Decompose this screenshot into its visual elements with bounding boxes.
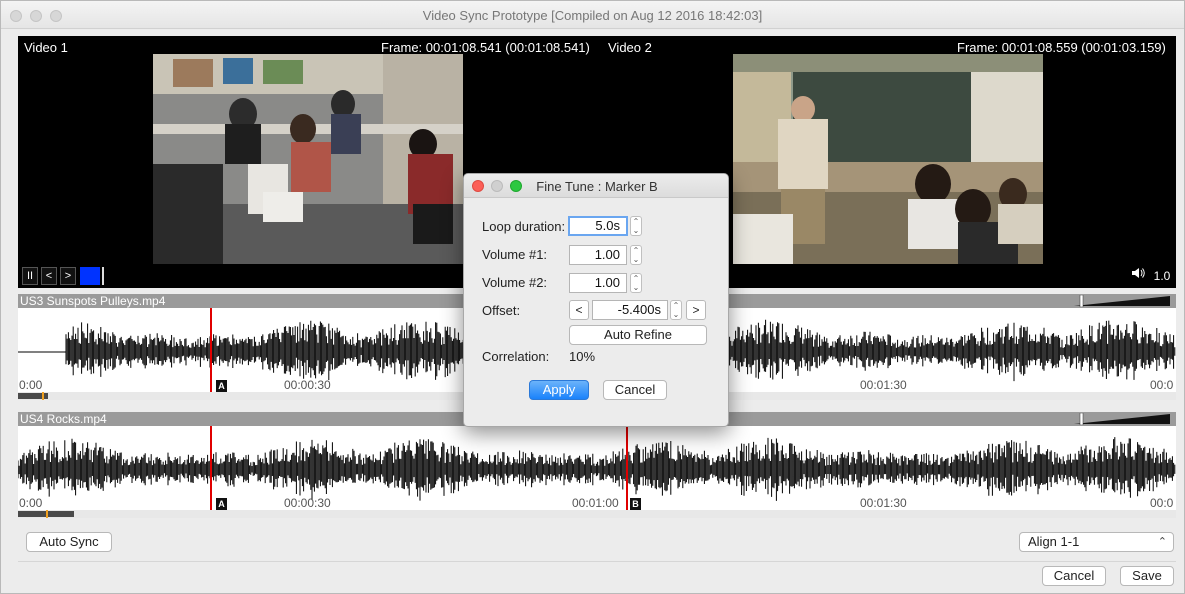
track1-time-label: 00:0 — [1150, 378, 1174, 392]
track1-position-mark — [42, 392, 44, 400]
track2-time-label: 0:00 — [19, 496, 43, 510]
prev-frame-button[interactable]: < — [41, 267, 57, 285]
offset-label: Offset: — [482, 303, 521, 318]
loop-duration-stepper[interactable]: ⌃ ⌄ — [630, 216, 642, 236]
track2-time-label: 00:0 — [1150, 496, 1174, 510]
waveform-path — [18, 437, 1176, 501]
align-select-value: Align 1-1 — [1028, 534, 1080, 549]
volume1-label: Volume #1: — [482, 247, 548, 262]
updown-chevron-icon: ⌃ — [1157, 536, 1167, 548]
volume1-stepper[interactable]: ⌃ ⌄ — [630, 245, 642, 265]
volume1-field[interactable]: 1.00 — [569, 245, 627, 265]
track1-time-label: 0:00 — [19, 378, 43, 392]
speaker-icon[interactable] — [1126, 267, 1150, 285]
title-bar: Video Sync Prototype [Compiled on Aug 12… — [1, 1, 1184, 29]
loop-duration-label: Loop duration: — [482, 219, 566, 234]
next-frame-button[interactable]: > — [60, 267, 76, 285]
apply-button[interactable]: Apply — [529, 380, 589, 400]
video1-frame — [153, 54, 463, 264]
align-select[interactable]: Align 1-1 ⌃ — [1019, 532, 1174, 552]
track2-scrollbar[interactable] — [18, 510, 1176, 518]
track1-time-label: 00:01:30 — [860, 378, 907, 392]
track1-name: US3 Sunspots Pulleys.mp4 — [20, 294, 166, 308]
video2-label: Video 2 — [608, 40, 652, 55]
track1-marker-a-tag[interactable]: A — [216, 380, 227, 392]
divider — [18, 561, 1176, 562]
video1-label: Video 1 — [24, 40, 68, 55]
volume2-field[interactable]: 1.00 — [569, 273, 627, 293]
fine-tune-dialog: Fine Tune : Marker B Loop duration: 5.0s… — [463, 173, 729, 427]
dialog-cancel-button[interactable]: Cancel — [603, 380, 667, 400]
auto-sync-button[interactable]: Auto Sync — [26, 532, 112, 552]
loop-duration-field[interactable]: 5.0s — [568, 216, 628, 236]
track2-volume-slider[interactable] — [1074, 413, 1170, 425]
speed-readout[interactable]: 1.0 — [1150, 267, 1174, 285]
dialog-title: Fine Tune : Marker B — [536, 179, 658, 194]
offset-decrement-button[interactable]: < — [569, 300, 589, 320]
cancel-button[interactable]: Cancel — [1042, 566, 1106, 586]
volume2-label: Volume #2: — [482, 275, 548, 290]
track1-time-label: 00:00:30 — [284, 378, 331, 392]
track2-waveform[interactable]: A B 0:00 00:00:30 00:01:00 00:01:30 00:0 — [18, 426, 1176, 510]
playhead-tick — [102, 267, 104, 285]
track2-time-label: 00:00:30 — [284, 496, 331, 510]
correlation-label: Correlation: — [482, 349, 550, 364]
track2-time-label: 00:01:00 — [572, 496, 619, 510]
auto-refine-button[interactable]: Auto Refine — [569, 325, 707, 345]
offset-increment-button[interactable]: > — [686, 300, 706, 320]
track2-marker-a-tag[interactable]: A — [216, 498, 227, 510]
window-title: Video Sync Prototype [Compiled on Aug 12… — [422, 8, 763, 23]
track1-volume-slider[interactable] — [1074, 295, 1170, 307]
video1-frame-readout: Frame: 00:01:08.541 (00:01:08.541) — [381, 40, 590, 55]
track2-marker-b-tag[interactable]: B — [630, 498, 641, 510]
save-button[interactable]: Save — [1120, 566, 1174, 586]
app-window: Video Sync Prototype [Compiled on Aug 12… — [0, 0, 1185, 594]
track1-marker-a-line[interactable] — [210, 308, 212, 392]
offset-field[interactable]: -5.400s — [592, 300, 668, 320]
playhead-position[interactable] — [80, 267, 100, 285]
track2-marker-b-line[interactable] — [626, 426, 628, 510]
track2-marker-a-line[interactable] — [210, 426, 212, 510]
track2-name: US4 Rocks.mp4 — [20, 412, 107, 426]
video2-frame — [733, 54, 1043, 264]
dialog-title-bar: Fine Tune : Marker B — [464, 174, 728, 198]
correlation-value: 10% — [569, 349, 596, 364]
video2-frame-readout: Frame: 00:01:08.559 (00:01:03.159) — [957, 40, 1166, 55]
track2-time-label: 00:01:30 — [860, 496, 907, 510]
track2-position-mark — [46, 510, 48, 518]
audio-track-2: US4 Rocks.mp4 A B 0:00 00:00:30 00:01:00… — [18, 412, 1176, 518]
pause-button[interactable]: II — [22, 267, 38, 285]
offset-stepper[interactable]: ⌃ ⌄ — [670, 300, 682, 320]
volume2-stepper[interactable]: ⌃ ⌄ — [630, 273, 642, 293]
